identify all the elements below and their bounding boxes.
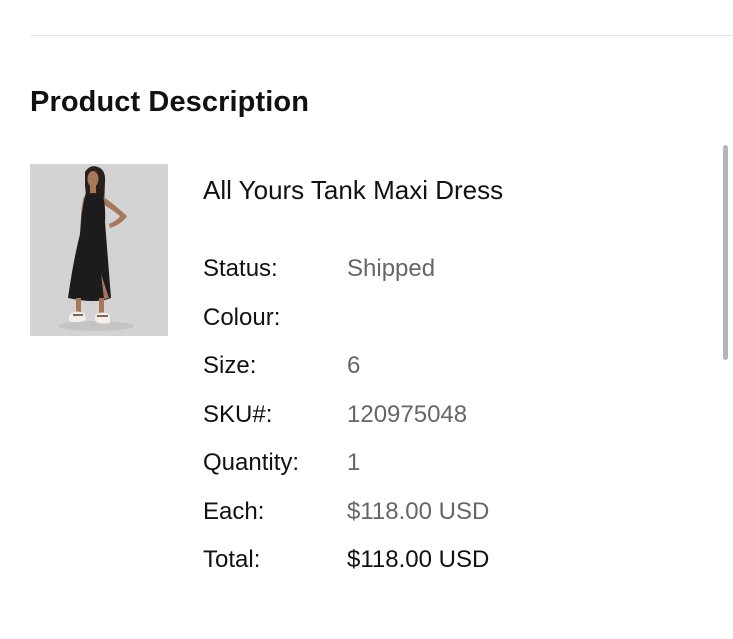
quantity-value: 1 bbox=[347, 449, 361, 476]
detail-row-size: Size: 6 bbox=[203, 346, 623, 395]
colour-label: Colour: bbox=[203, 303, 281, 331]
product-details-list: Status: Shipped Colour: Size: 6 SKU#: 12… bbox=[203, 249, 623, 589]
order-item-page: Product Description All Yours Tank Maxi … bbox=[0, 0, 733, 639]
detail-row-total: Total: $118.00 USD bbox=[203, 540, 623, 589]
each-price-value: $118.00 USD bbox=[347, 497, 490, 525]
detail-row-each: Each: $118.00 USD bbox=[203, 492, 623, 541]
detail-row-colour: Colour: bbox=[203, 298, 623, 347]
section-title: Product Description bbox=[30, 86, 310, 118]
status-value: Shipped bbox=[347, 255, 436, 282]
product-photo-icon bbox=[30, 164, 168, 336]
status-label: Status: bbox=[203, 255, 278, 282]
sku-label: SKU#: bbox=[203, 400, 273, 428]
quantity-label: Quantity: bbox=[203, 449, 300, 476]
product-name[interactable]: All Yours Tank Maxi Dress bbox=[203, 175, 503, 206]
detail-row-quantity: Quantity: 1 bbox=[203, 443, 623, 492]
product-image[interactable] bbox=[30, 164, 168, 336]
top-divider bbox=[30, 35, 733, 36]
size-label: Size: bbox=[203, 352, 257, 379]
total-value: $118.00 USD bbox=[347, 546, 490, 573]
scrollbar-thumb[interactable] bbox=[723, 145, 728, 360]
detail-row-status: Status: Shipped bbox=[203, 249, 623, 298]
total-label: Total: bbox=[203, 546, 261, 573]
each-price-label: Each: bbox=[203, 497, 265, 525]
sku-value: 120975048 bbox=[347, 400, 468, 428]
size-value: 6 bbox=[347, 352, 361, 379]
detail-row-sku: SKU#: 120975048 bbox=[203, 395, 623, 444]
